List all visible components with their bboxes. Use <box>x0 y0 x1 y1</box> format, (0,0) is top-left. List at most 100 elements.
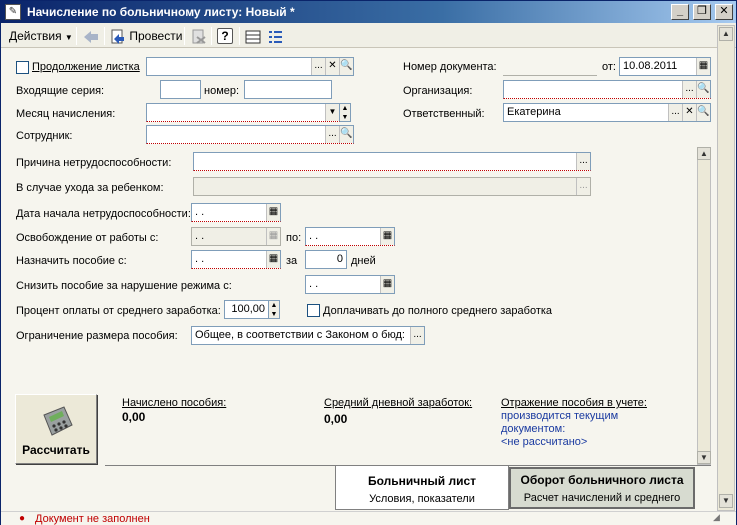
search-icon[interactable]: 🔍 <box>696 104 710 121</box>
reduce-field[interactable]: . . ▦ <box>305 275 395 294</box>
accrued-value: 0,00 <box>122 410 146 424</box>
tab-title: Оборот больничного листа <box>520 473 684 487</box>
child-care-field[interactable]: ... <box>193 177 591 196</box>
child-care-label: В случае ухода за ребенком: <box>16 182 164 194</box>
search-icon[interactable]: 🔍 <box>696 81 710 98</box>
toolbar: Действия ▼ Провести ? <box>1 23 736 48</box>
incoming-series-label: Входящие серия: <box>16 85 105 97</box>
top-up-checkbox[interactable] <box>307 304 320 317</box>
limit-field[interactable]: Общее, в соответствии с Законом о бюд: .… <box>191 326 425 345</box>
ellipsis-icon[interactable]: ... <box>668 104 682 121</box>
scroll-down-icon[interactable]: ▼ <box>719 494 733 508</box>
toolbar-separator <box>239 27 240 45</box>
disability-start-field[interactable]: . . ▦ <box>191 203 281 222</box>
ellipsis-icon[interactable]: ... <box>325 126 339 143</box>
percent-field[interactable]: 100,00 <box>224 300 269 319</box>
actions-label: Действия <box>9 29 62 43</box>
release-to-field[interactable]: . . ▦ <box>305 227 395 246</box>
spin-down-icon[interactable]: ▼ <box>269 310 279 319</box>
post-label: Провести <box>129 29 183 43</box>
accrual-month-spinner[interactable]: ▲ ▼ <box>340 103 351 122</box>
spin-down-icon[interactable]: ▼ <box>340 113 350 122</box>
unpost-button[interactable] <box>191 27 207 45</box>
tab-sick-leave[interactable]: Больничный лист Условия, показатели <box>335 466 509 510</box>
minimize-button[interactable]: _ <box>671 4 689 20</box>
avg-daily-value: 0,00 <box>324 412 348 426</box>
continuation-field[interactable]: ... ✕ 🔍 <box>146 57 354 76</box>
calendar-icon[interactable]: ▦ <box>696 58 710 75</box>
limit-value: Общее, в соответствии с Законом о бюд: <box>195 329 405 341</box>
organization-field[interactable]: ... 🔍 <box>503 80 711 99</box>
continuation-checkbox[interactable] <box>16 61 29 74</box>
title-bar[interactable]: ✎ Начисление по больничному листу: Новый… <box>1 1 736 23</box>
ellipsis-icon[interactable]: ... <box>410 327 424 344</box>
actions-menu-button[interactable]: Действия ▼ <box>9 27 73 45</box>
benefit-days-field[interactable]: 0 <box>305 250 347 269</box>
back-arrow-button[interactable] <box>83 27 99 45</box>
status-message: Документ не заполнен <box>35 513 150 525</box>
window-title: Начисление по больничному листу: Новый * <box>27 5 295 19</box>
unpost-document-icon <box>192 29 206 44</box>
ellipsis-icon[interactable]: ... <box>311 58 325 75</box>
release-from-field[interactable]: . . ▦ <box>191 227 281 246</box>
structure-button[interactable] <box>245 27 261 45</box>
number-field[interactable] <box>244 80 332 99</box>
close-button[interactable]: ✕ <box>715 4 733 20</box>
ellipsis-icon[interactable]: ... <box>682 81 696 98</box>
calculator-icon <box>43 406 73 436</box>
help-button[interactable]: ? <box>217 27 233 45</box>
error-icon: ● <box>19 513 26 524</box>
list-icon <box>269 30 282 43</box>
disability-start-value: . . <box>195 206 205 218</box>
disability-reason-field[interactable]: ... <box>193 152 591 171</box>
accounting-link[interactable]: <не рассчитано> <box>501 436 587 448</box>
calculate-button[interactable]: Рассчитать <box>15 394 97 464</box>
ellipsis-icon[interactable]: ... <box>576 153 590 170</box>
responsible-label: Ответственный: <box>403 108 485 120</box>
chevron-down-icon[interactable]: ▼ <box>325 104 339 121</box>
list-settings-button[interactable] <box>267 27 283 45</box>
restore-button[interactable]: ❐ <box>693 4 711 20</box>
incoming-series-field[interactable] <box>160 80 201 99</box>
calendar-icon[interactable]: ▦ <box>380 228 394 245</box>
responsible-field[interactable]: Екатерина ... ✕ 🔍 <box>503 103 711 122</box>
tab-subtitle: Расчет начислений и среднего <box>523 492 681 504</box>
scroll-up-icon[interactable]: ▲ <box>697 147 711 160</box>
search-icon[interactable]: 🔍 <box>339 126 353 143</box>
benefit-for-label: за <box>286 255 298 267</box>
employee-field[interactable]: ... 🔍 <box>146 125 354 144</box>
calendar-icon[interactable]: ▦ <box>266 204 280 221</box>
post-button[interactable]: Провести <box>110 27 182 45</box>
benefit-from-value: . . <box>195 253 205 265</box>
doc-date-field[interactable]: 10.08.2011 ▦ <box>619 57 711 76</box>
accrued-label: Начислено пособия: <box>122 397 227 409</box>
benefit-from-label: Назначить пособие с: <box>16 255 127 267</box>
employee-label: Сотрудник: <box>16 130 73 142</box>
tab-subtitle: Условия, показатели <box>369 493 475 505</box>
accrual-month-field[interactable]: ▼ <box>146 103 340 122</box>
page-scrollbar[interactable]: ▲ ▼ <box>717 25 735 511</box>
ellipsis-icon[interactable]: ... <box>576 178 590 195</box>
top-up-label: Доплачивать до полного среднего заработк… <box>323 305 553 317</box>
spin-up-icon[interactable]: ▲ <box>340 104 350 113</box>
panel-scrollbar[interactable]: ▲ ▼ <box>697 147 711 465</box>
calendar-icon[interactable]: ▦ <box>266 251 280 268</box>
number-label: номер: <box>204 85 240 97</box>
continuation-label: Продолжение листка <box>32 61 140 73</box>
clear-icon[interactable]: ✕ <box>325 58 339 75</box>
clear-icon[interactable]: ✕ <box>682 104 696 121</box>
scroll-down-icon[interactable]: ▼ <box>697 451 711 464</box>
accounting-line1: производится текущим <box>501 410 619 422</box>
spin-up-icon[interactable]: ▲ <box>269 301 279 310</box>
calculate-label: Рассчитать <box>22 443 90 457</box>
search-icon[interactable]: 🔍 <box>339 58 353 75</box>
tab-sick-leave-turnover[interactable]: Оборот больничного листа Расчет начислен… <box>509 467 695 509</box>
resize-grip-icon[interactable]: ◢ <box>713 512 720 523</box>
calendar-icon[interactable]: ▦ <box>266 228 280 245</box>
percent-spinner[interactable]: ▲ ▼ <box>269 300 280 319</box>
organization-label: Организация: <box>403 85 473 97</box>
benefit-from-field[interactable]: . . ▦ <box>191 250 281 269</box>
calendar-icon[interactable]: ▦ <box>380 276 394 293</box>
disability-start-label: Дата начала нетрудоспособности: <box>16 208 191 220</box>
scroll-up-icon[interactable]: ▲ <box>719 27 733 41</box>
